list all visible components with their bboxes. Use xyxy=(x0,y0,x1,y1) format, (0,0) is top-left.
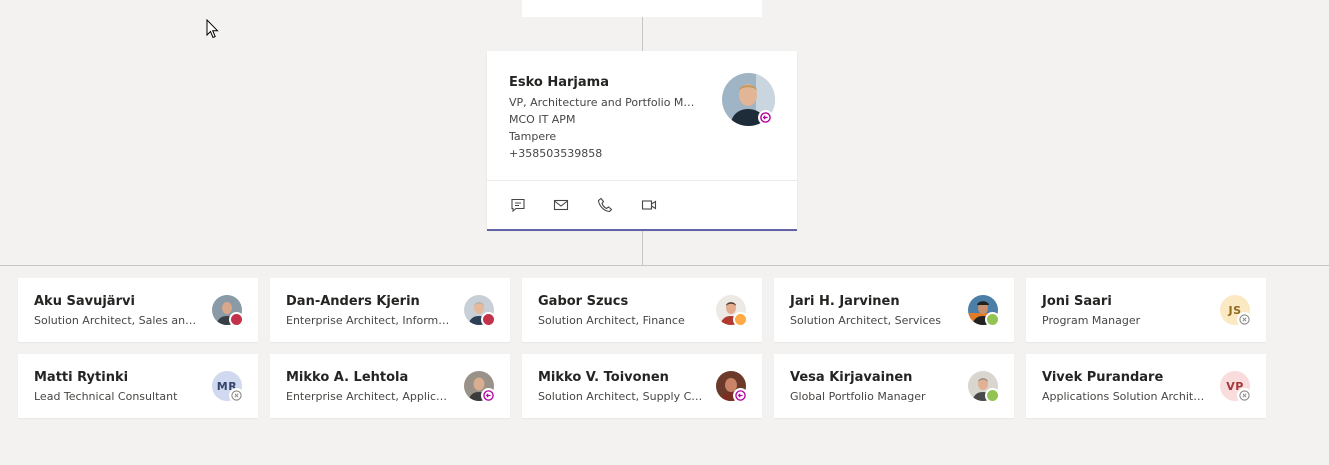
report-title: Solution Architect, Finance xyxy=(538,314,685,327)
report-title: Solution Architect, Sales and ... xyxy=(34,314,200,327)
report-name: Vivek Purandare xyxy=(1042,370,1164,385)
report-card[interactable]: Vesa Kirjavainen Global Portfolio Manage… xyxy=(774,354,1014,418)
report-title: Applications Solution Architec... xyxy=(1042,390,1208,403)
report-card[interactable]: Aku Savujärvi Solution Architect, Sales … xyxy=(18,278,258,342)
report-title: Enterprise Architect, Informati... xyxy=(286,314,452,327)
reports-divider-line xyxy=(0,265,1329,266)
report-card[interactable]: Vivek Purandare Applications Solution Ar… xyxy=(1026,354,1266,418)
report-title: Solution Architect, Services xyxy=(790,314,942,327)
chat-icon[interactable] xyxy=(509,196,529,216)
status-offline-icon xyxy=(229,388,244,403)
report-name: Gabor Szucs xyxy=(538,294,629,309)
status-offline-icon xyxy=(1237,388,1252,403)
status-out-of-office-icon xyxy=(733,388,748,403)
report-card[interactable]: Dan-Anders Kjerin Enterprise Architect, … xyxy=(270,278,510,342)
focus-name: Esko Harjama xyxy=(509,75,609,90)
report-card[interactable]: Jari H. Jarvinen Solution Architect, Ser… xyxy=(774,278,1014,342)
status-available-icon xyxy=(985,312,1000,327)
report-card[interactable]: Matti Rytinki Lead Technical Consultant … xyxy=(18,354,258,418)
report-name: Joni Saari xyxy=(1042,294,1112,309)
report-name: Dan-Anders Kjerin xyxy=(286,294,420,309)
focus-phone[interactable]: +358503539858 xyxy=(509,147,699,160)
phone-icon[interactable] xyxy=(596,196,616,216)
report-name: Aku Savujärvi xyxy=(34,294,135,309)
report-name: Vesa Kirjavainen xyxy=(790,370,913,385)
connector-line xyxy=(642,231,643,266)
report-name: Mikko V. Toivonen xyxy=(538,370,669,385)
video-icon[interactable] xyxy=(640,196,660,216)
report-title: Program Manager xyxy=(1042,314,1141,327)
status-out-of-office-icon xyxy=(481,388,496,403)
status-busy-icon xyxy=(481,312,496,327)
status-busy-icon xyxy=(229,312,244,327)
connector-line xyxy=(642,17,643,51)
status-available-icon xyxy=(985,388,1000,403)
report-title: Lead Technical Consultant xyxy=(34,390,178,403)
mouse-cursor-icon xyxy=(206,18,220,43)
focus-title: VP, Architecture and Portfolio Ma... xyxy=(509,96,699,109)
report-card[interactable]: Mikko A. Lehtola Enterprise Architect, A… xyxy=(270,354,510,418)
status-away-icon xyxy=(733,312,748,327)
report-card[interactable]: Mikko V. Toivonen Solution Architect, Su… xyxy=(522,354,762,418)
report-card[interactable]: Joni Saari Program Manager JS xyxy=(1026,278,1266,342)
focus-person-card[interactable]: Esko Harjama VP, Architecture and Portfo… xyxy=(487,51,797,231)
status-offline-icon xyxy=(1237,312,1252,327)
mail-icon[interactable] xyxy=(552,196,572,216)
card-divider xyxy=(487,180,797,181)
status-out-of-office-icon xyxy=(758,110,773,125)
focus-location: Tampere xyxy=(509,130,557,143)
report-title: Enterprise Architect, Applicati... xyxy=(286,390,452,403)
report-title: Global Portfolio Manager xyxy=(790,390,926,403)
report-title: Solution Architect, Supply Ch... xyxy=(538,390,704,403)
manager-card-partial[interactable] xyxy=(522,0,762,17)
report-name: Mikko A. Lehtola xyxy=(286,370,409,385)
focus-department: MCO IT APM xyxy=(509,113,576,126)
report-name: Jari H. Jarvinen xyxy=(790,294,900,309)
report-card[interactable]: Gabor Szucs Solution Architect, Finance xyxy=(522,278,762,342)
report-name: Matti Rytinki xyxy=(34,370,129,385)
